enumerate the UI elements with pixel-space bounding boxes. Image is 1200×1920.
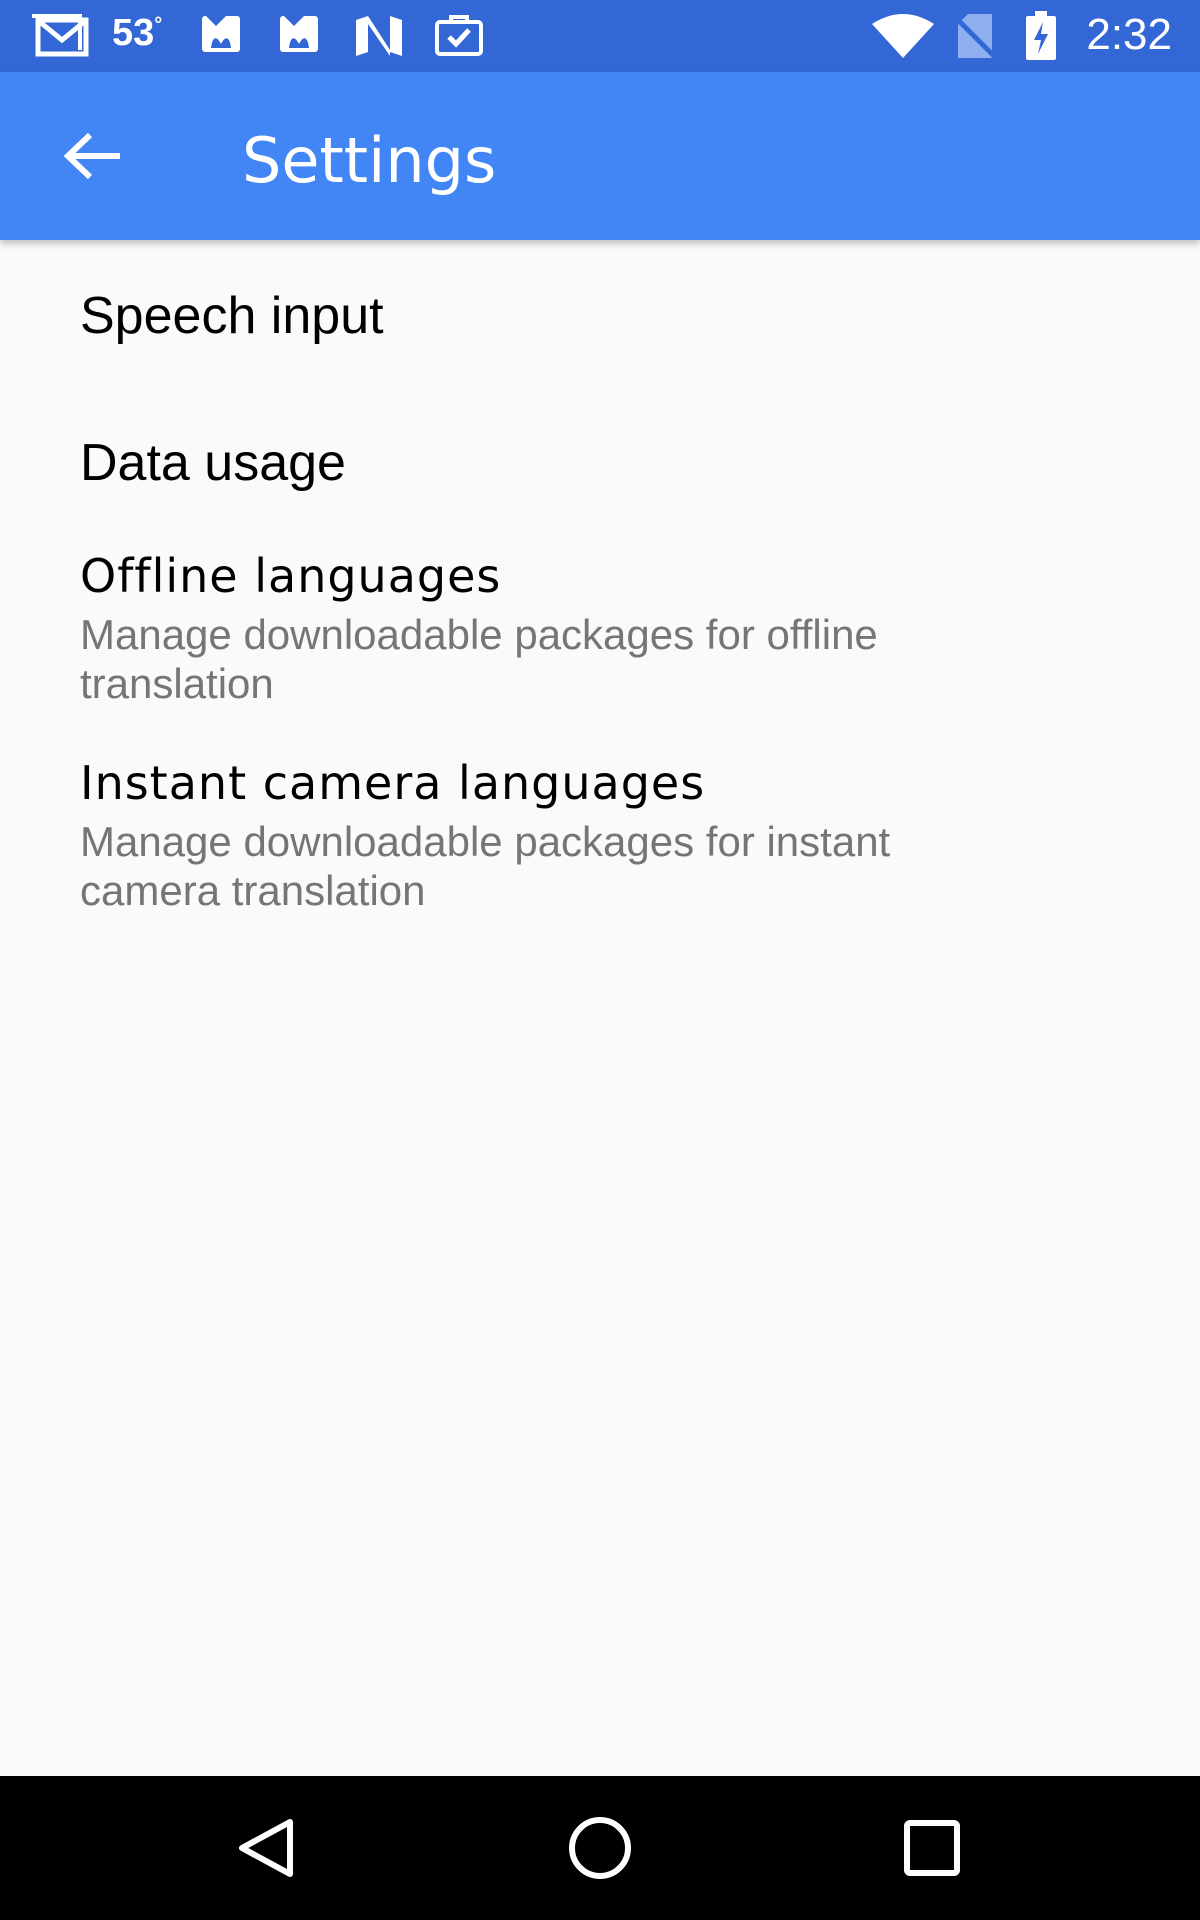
setting-title: Speech input bbox=[80, 287, 384, 345]
n-app-icon bbox=[356, 16, 402, 56]
nav-back-button[interactable] bbox=[216, 1798, 316, 1898]
app-bar: Settings bbox=[0, 72, 1200, 240]
setting-offline-languages[interactable]: Offline languages Manage downloadable pa… bbox=[80, 546, 1120, 708]
setting-data-usage[interactable]: Data usage bbox=[80, 433, 1120, 493]
setting-title: Offline languages bbox=[80, 549, 502, 603]
setting-summary: Manage downloadable packages for offline… bbox=[80, 611, 878, 707]
navigation-bar bbox=[0, 1776, 1200, 1920]
nav-back-icon bbox=[239, 1819, 293, 1877]
weather-temperature: 53° bbox=[112, 12, 163, 54]
setting-summary: Manage downloadable packages for instant… bbox=[80, 818, 891, 914]
page-title: Settings bbox=[242, 124, 497, 197]
gmail-icon bbox=[32, 14, 89, 57]
nav-home-icon bbox=[569, 1817, 631, 1879]
briefcase-check-icon bbox=[435, 15, 483, 56]
status-time: 2:32 bbox=[1086, 10, 1172, 59]
nav-home-button[interactable] bbox=[550, 1798, 650, 1898]
battery-charging-icon bbox=[1026, 11, 1056, 60]
back-button[interactable] bbox=[52, 114, 136, 198]
nav-recents-icon bbox=[904, 1820, 960, 1876]
huawei-icon bbox=[202, 16, 240, 52]
setting-speech-input[interactable]: Speech input bbox=[80, 286, 1120, 346]
arrow-back-icon bbox=[64, 132, 120, 180]
huawei-icon bbox=[280, 16, 318, 52]
setting-instant-camera-languages[interactable]: Instant camera languages Manage download… bbox=[80, 753, 1120, 915]
nav-recents-button[interactable] bbox=[882, 1798, 982, 1898]
wifi-icon bbox=[872, 14, 934, 58]
no-sim-icon bbox=[954, 14, 996, 58]
status-bar: 53° 2:32 bbox=[0, 0, 1200, 72]
setting-title: Instant camera languages bbox=[80, 756, 706, 810]
setting-title: Data usage bbox=[80, 434, 346, 492]
